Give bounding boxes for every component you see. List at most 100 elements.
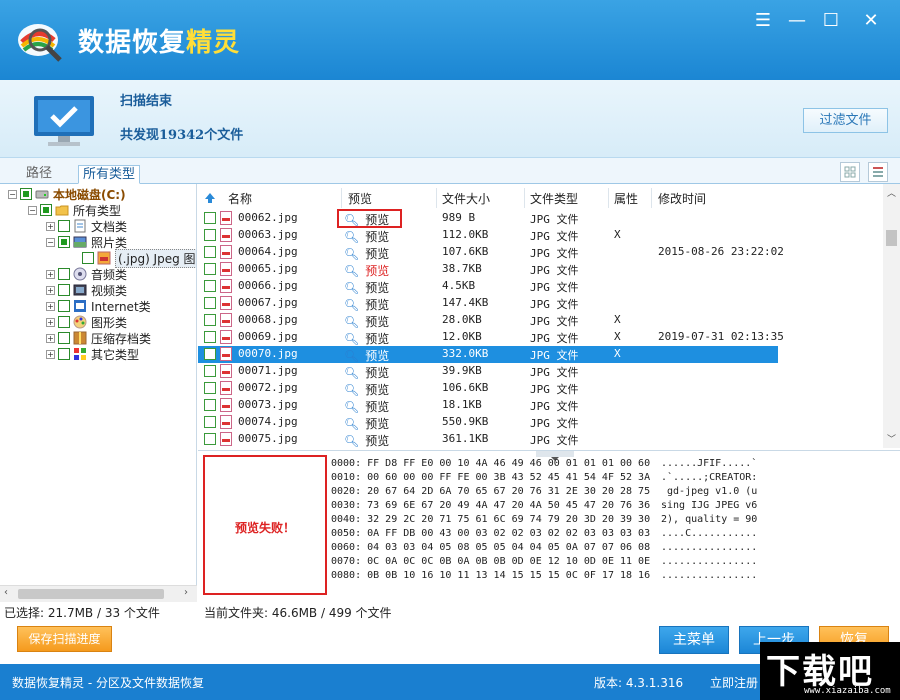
tree-node-audio[interactable]: + 音频类 <box>46 266 127 282</box>
checkbox[interactable] <box>58 316 70 328</box>
table-row[interactable]: 00064.jpg 🔍︎ 预览 107.6KB JPG 文件 2015-08-26 23:… <box>198 244 784 262</box>
preview-link[interactable]: 🔍︎ 预览 <box>344 347 389 364</box>
tree-node-archive[interactable]: + 压缩存档类 <box>46 330 151 346</box>
preview-link[interactable]: 🔍︎ 预览 <box>344 398 389 415</box>
collapse-icon[interactable]: − <box>28 205 37 215</box>
collapse-icon[interactable]: − <box>8 189 17 199</box>
table-row[interactable]: 00073.jpg 🔍︎ 预览 18.1KB JPG 文件 <box>198 397 778 414</box>
checkbox[interactable] <box>58 236 70 248</box>
tree-node-other[interactable]: + 其它类型 <box>46 346 139 362</box>
row-checkbox[interactable] <box>204 331 216 343</box>
scroll-left-icon[interactable]: ‹ <box>4 587 8 598</box>
preview-link[interactable]: 🔍︎ 预览 <box>344 296 389 313</box>
expand-icon[interactable]: + <box>46 269 55 279</box>
checkbox[interactable] <box>58 300 70 312</box>
preview-link[interactable]: 🔍︎ 预览 <box>344 415 389 432</box>
grid-view-icon[interactable] <box>840 162 860 182</box>
col-attr[interactable]: 属性 <box>614 190 638 207</box>
checkbox[interactable] <box>20 188 32 200</box>
expand-icon[interactable]: + <box>46 285 55 295</box>
table-row[interactable]: 00075.jpg 🔍︎ 预览 361.1KB JPG 文件 <box>198 431 778 448</box>
table-row[interactable]: 00065.jpg 🔍︎ 预览 38.7KB JPG 文件 <box>198 261 778 278</box>
scroll-right-icon[interactable]: › <box>184 587 188 598</box>
row-checkbox[interactable] <box>204 297 216 309</box>
menu-icon[interactable]: ☰ <box>748 8 778 34</box>
preview-link[interactable]: 🔍︎ 预览 <box>344 432 389 448</box>
scrollbar-thumb[interactable] <box>18 589 164 599</box>
list-view-icon[interactable] <box>868 162 888 182</box>
row-checkbox[interactable] <box>204 212 216 224</box>
tree-node-local-disk[interactable]: − 本地磁盘(C:) <box>8 186 126 202</box>
col-preview[interactable]: 预览 <box>348 190 372 207</box>
checkbox[interactable] <box>58 348 70 360</box>
row-checkbox[interactable] <box>204 229 216 241</box>
row-checkbox[interactable] <box>204 280 216 292</box>
col-name[interactable]: 名称 <box>228 190 252 207</box>
expand-icon[interactable]: + <box>46 317 55 327</box>
splitter-handle[interactable] <box>536 451 574 461</box>
tree-node-jpeg[interactable]: (.jpg) Jpeg 图 <box>82 248 196 268</box>
row-checkbox[interactable] <box>204 399 216 411</box>
row-checkbox[interactable] <box>204 314 216 326</box>
checkbox[interactable] <box>58 332 70 344</box>
tree-node-video[interactable]: + 视频类 <box>46 282 127 298</box>
register-link[interactable]: 立即注册 <box>710 674 758 691</box>
tab-all-types[interactable]: 所有类型 <box>78 165 141 184</box>
preview-link[interactable]: 🔍︎ 预览 <box>344 313 389 330</box>
save-scan-progress-button[interactable]: 保存扫描进度 <box>17 626 112 652</box>
table-row[interactable]: 00067.jpg 🔍︎ 预览 147.4KB JPG 文件 <box>198 295 778 312</box>
preview-link[interactable]: 🔍︎ 预览 <box>344 330 389 347</box>
scrollbar-thumb[interactable] <box>886 230 897 246</box>
preview-link[interactable]: 🔍︎ 预览 <box>344 381 389 398</box>
row-checkbox[interactable] <box>204 365 216 377</box>
main-menu-button[interactable]: 主菜单 <box>659 626 729 654</box>
scroll-up-icon[interactable]: ︿ <box>887 186 896 199</box>
tree-horizontal-scrollbar[interactable]: ‹ › <box>0 585 197 602</box>
row-checkbox[interactable] <box>204 348 216 360</box>
preview-link[interactable]: 🔍︎ 预览 <box>344 364 389 381</box>
minimize-button[interactable]: — <box>782 8 812 34</box>
checkbox[interactable] <box>82 252 94 264</box>
table-row[interactable]: 00066.jpg 🔍︎ 预览 4.5KB JPG 文件 <box>198 278 778 295</box>
tree-node-internet[interactable]: + Internet类 <box>46 298 151 314</box>
expand-icon[interactable]: + <box>46 301 55 311</box>
col-type[interactable]: 文件类型 <box>530 190 578 207</box>
maximize-button[interactable]: ☐ <box>816 8 846 34</box>
row-checkbox[interactable] <box>204 263 216 275</box>
expand-icon[interactable]: + <box>46 349 55 359</box>
table-row[interactable]: 00069.jpg 🔍︎ 预览 12.0KB JPG 文件 X 2019-07-31 02:… <box>198 329 784 347</box>
expand-icon[interactable]: + <box>46 333 55 343</box>
expand-icon[interactable]: + <box>46 221 55 231</box>
list-vertical-scrollbar[interactable]: ︿ ﹀ <box>883 184 900 448</box>
checkbox[interactable] <box>58 268 70 280</box>
table-row[interactable]: 00070.jpg 🔍︎ 预览 332.0KB JPG 文件 X <box>198 346 778 363</box>
table-row[interactable]: 00074.jpg 🔍︎ 预览 550.9KB JPG 文件 <box>198 414 778 431</box>
col-size[interactable]: 文件大小 <box>442 190 490 207</box>
close-button[interactable]: ✕ <box>856 8 886 34</box>
row-checkbox[interactable] <box>204 433 216 445</box>
table-row[interactable]: 00063.jpg 🔍︎ 预览 112.0KB JPG 文件 X <box>198 227 778 244</box>
table-row[interactable]: 00071.jpg 🔍︎ 预览 39.9KB JPG 文件 <box>198 363 778 380</box>
preview-link[interactable]: 🔍︎ 预览 <box>344 245 389 262</box>
checkbox[interactable] <box>40 204 52 216</box>
tree-node-all-types[interactable]: − 所有类型 <box>28 202 121 218</box>
row-checkbox[interactable] <box>204 246 216 258</box>
filter-files-button[interactable]: 过滤文件 <box>803 108 888 133</box>
row-checkbox[interactable] <box>204 382 216 394</box>
scroll-down-icon[interactable]: ﹀ <box>887 432 896 445</box>
col-mtime[interactable]: 修改时间 <box>658 190 706 207</box>
collapse-icon[interactable]: − <box>46 237 55 247</box>
preview-link[interactable]: 🔍︎ 预览 <box>344 262 389 279</box>
checkbox[interactable] <box>58 220 70 232</box>
row-checkbox[interactable] <box>204 416 216 428</box>
tree-node-docs[interactable]: + 文档类 <box>46 218 127 234</box>
sort-up-icon[interactable] <box>204 192 216 204</box>
tree-node-graphics[interactable]: + 图形类 <box>46 314 127 330</box>
preview-link[interactable]: 🔍︎ 预览 <box>344 279 389 296</box>
preview-link[interactable]: 🔍︎ 预览 <box>344 228 389 245</box>
table-row[interactable]: 00068.jpg 🔍︎ 预览 28.0KB JPG 文件 X <box>198 312 778 329</box>
checkbox[interactable] <box>58 284 70 296</box>
tab-path[interactable]: 路径 <box>22 165 56 184</box>
table-row[interactable]: 00062.jpg 🔍︎ 预览 989 B JPG 文件 <box>198 210 778 227</box>
table-row[interactable]: 00072.jpg 🔍︎ 预览 106.6KB JPG 文件 <box>198 380 778 397</box>
